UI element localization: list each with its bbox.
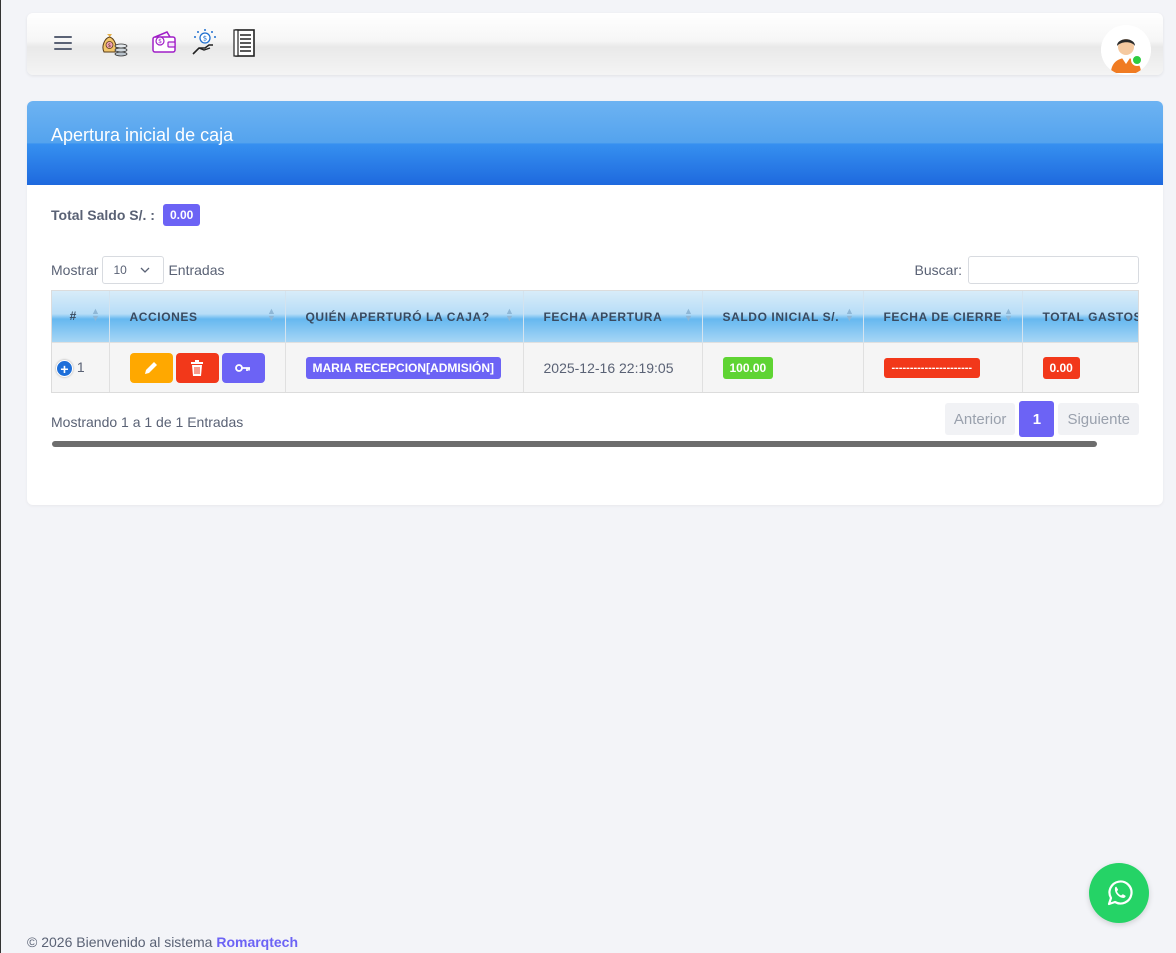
table-info: Mostrando 1 a 1 de 1 Entradas bbox=[51, 414, 244, 430]
chevron-down-icon bbox=[140, 267, 150, 273]
page-title: Apertura inicial de caja bbox=[51, 125, 234, 145]
row-opening-date: 2025-12-16 22:19:05 bbox=[523, 341, 703, 392]
row-total-expenses-cell: 0.00 bbox=[1022, 341, 1138, 392]
column-header-opening-date[interactable]: FECHA APERTURA ▲ ▼ bbox=[523, 291, 703, 342]
column-header-closing-date[interactable]: FECHA DE CIERRE ▲ ▼ bbox=[863, 291, 1023, 342]
page-1-button[interactable]: 1 bbox=[1019, 401, 1055, 437]
entries-select[interactable]: 10 bbox=[102, 256, 165, 284]
previous-page-button[interactable]: Anterior bbox=[944, 403, 1016, 435]
entries-label: Entradas bbox=[168, 262, 225, 278]
column-header-user[interactable]: QUIÉN APERTURÓ LA CAJA? ▲ ▼ bbox=[285, 291, 524, 342]
svg-text:$: $ bbox=[158, 38, 162, 45]
row-number-cell: + 1 bbox=[52, 341, 110, 392]
key-button[interactable] bbox=[221, 352, 265, 383]
next-page-button[interactable]: Siguiente bbox=[1058, 403, 1139, 435]
edit-button[interactable] bbox=[129, 352, 173, 383]
delete-button[interactable] bbox=[175, 352, 219, 383]
user-avatar-icon bbox=[1101, 25, 1151, 75]
cash-table: # ▲ ▼ ACCIONES ▲ ▼ QUIÉN APERTURÓ LA CAJA? ▲ ▼… bbox=[52, 291, 1138, 392]
horizontal-scrollbar[interactable] bbox=[52, 441, 1097, 447]
total-expenses-badge: 0.00 bbox=[1042, 356, 1080, 379]
top-navbar: $ $ $ bbox=[27, 13, 1163, 75]
footer-text: © 2026 Bienvenido al sistema bbox=[27, 934, 213, 950]
row-initial-balance-cell: 100.00 bbox=[702, 341, 864, 392]
footer: © 2026 Bienvenido al sistema Romarqtech bbox=[27, 934, 298, 950]
pagination: Anterior 1 Siguiente bbox=[944, 401, 1139, 437]
table-row: + 1 MARIA RECEPCION[ADMISIÓN] 2025-12-16… bbox=[52, 341, 1138, 392]
row-actions-cell bbox=[109, 341, 286, 392]
total-saldo-badge: 0.00 bbox=[162, 204, 201, 226]
wallet-money-icon[interactable]: $ bbox=[149, 28, 179, 58]
row-number: 1 bbox=[76, 358, 85, 375]
receipt-list-icon[interactable] bbox=[230, 28, 260, 58]
row-user-cell: MARIA RECEPCION[ADMISIÓN] bbox=[285, 341, 524, 392]
cash-opening-card: Apertura inicial de caja Total Saldo S/.… bbox=[27, 101, 1163, 505]
user-avatar[interactable] bbox=[1101, 25, 1151, 75]
search-control: Buscar: bbox=[915, 256, 1139, 284]
initial-balance-badge: 100.00 bbox=[722, 356, 774, 379]
data-table-wrapper: # ▲ ▼ ACCIONES ▲ ▼ QUIÉN APERTURÓ LA CAJA? ▲ ▼… bbox=[51, 290, 1139, 393]
money-bag-coins-icon[interactable]: $ bbox=[99, 28, 129, 58]
search-input[interactable] bbox=[968, 256, 1139, 284]
card-header: Apertura inicial de caja bbox=[27, 101, 1163, 185]
entries-select-value: 10 bbox=[113, 263, 127, 277]
trash-icon bbox=[191, 359, 203, 376]
pencil-icon bbox=[145, 361, 157, 374]
hand-coin-icon[interactable]: $ bbox=[190, 28, 220, 58]
svg-text:$: $ bbox=[108, 43, 111, 49]
key-icon bbox=[235, 363, 250, 372]
column-header-total-expenses[interactable]: TOTAL GASTOS▲▼ bbox=[1022, 291, 1138, 342]
total-saldo-label: Total Saldo S/. : bbox=[51, 207, 155, 223]
entries-length-control: Mostrar 10 Entradas bbox=[51, 256, 225, 284]
search-label: Buscar: bbox=[914, 262, 962, 278]
footer-brand-link[interactable]: Romarqtech bbox=[216, 934, 298, 950]
menu-toggle-icon[interactable] bbox=[54, 36, 72, 50]
whatsapp-icon bbox=[1107, 880, 1133, 906]
svg-text:$: $ bbox=[203, 35, 207, 43]
row-closing-date-cell: ---------------------- bbox=[863, 341, 1023, 392]
column-header-number[interactable]: # ▲ ▼ bbox=[52, 291, 110, 342]
show-label: Mostrar bbox=[51, 262, 99, 278]
table-header-row: # ▲ ▼ ACCIONES ▲ ▼ QUIÉN APERTURÓ LA CAJA? ▲ ▼… bbox=[52, 291, 1138, 342]
online-status-dot bbox=[1131, 54, 1143, 66]
column-header-initial-balance[interactable]: SALDO INICIAL S/. ▲ ▼ bbox=[702, 291, 864, 342]
column-header-actions[interactable]: ACCIONES ▲ ▼ bbox=[109, 291, 286, 342]
expand-row-icon[interactable]: + bbox=[56, 359, 73, 377]
closing-date-badge: ---------------------- bbox=[883, 357, 981, 378]
whatsapp-button[interactable] bbox=[1089, 863, 1149, 923]
window-edge bbox=[0, 0, 1, 953]
user-badge: MARIA RECEPCION[ADMISIÓN] bbox=[305, 356, 502, 379]
total-saldo: Total Saldo S/. : 0.00 bbox=[51, 204, 201, 226]
